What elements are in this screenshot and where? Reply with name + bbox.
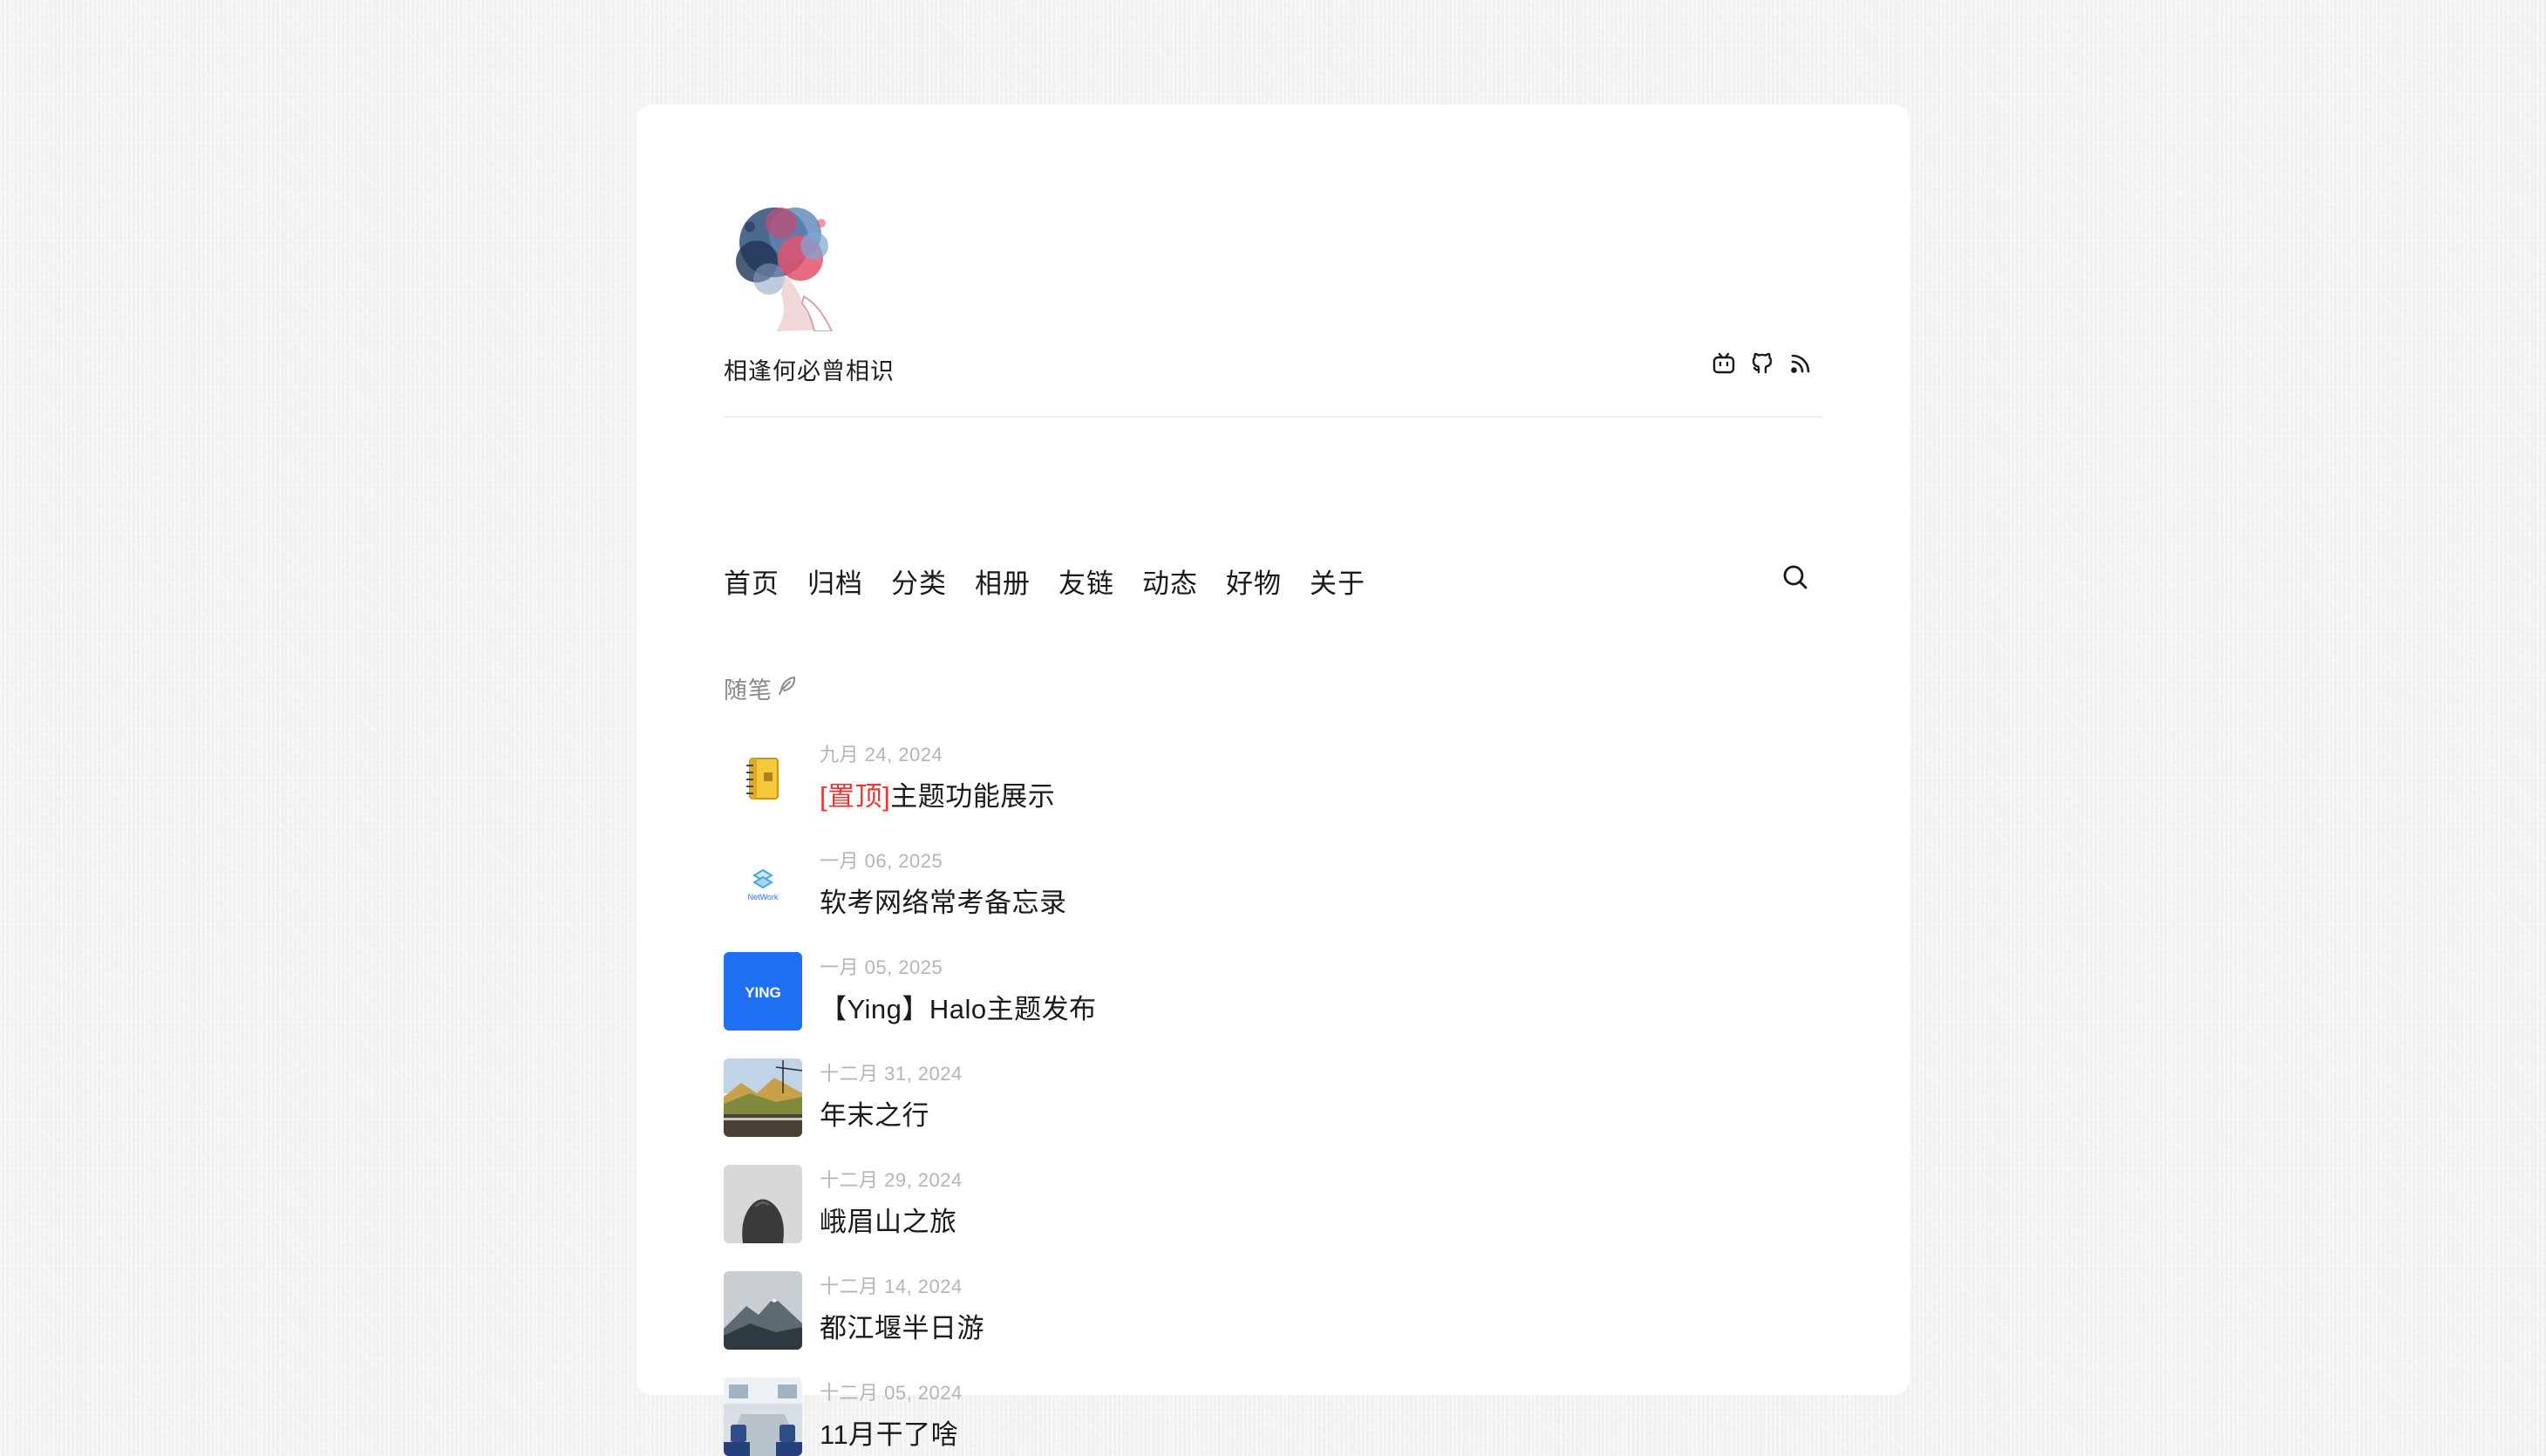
social-links	[1711, 350, 1814, 377]
github-icon[interactable]	[1749, 350, 1775, 377]
feather-icon	[776, 674, 799, 703]
ying-thumb-text: YING	[745, 984, 781, 1001]
ying-thumbnail: YING	[724, 952, 802, 1031]
post-date: 九月 24, 2024	[820, 744, 943, 765]
post-date: 十二月 31, 2024	[820, 1063, 963, 1085]
nav-item-photos[interactable]: 相册	[975, 561, 1031, 601]
post-date: 十二月 05, 2024	[820, 1382, 963, 1404]
site-title: 相逢何必曾相识	[724, 358, 895, 384]
avatar[interactable]	[724, 192, 863, 331]
rss-icon[interactable]	[1787, 350, 1814, 377]
post-title[interactable]: 11月干了啥	[820, 1412, 958, 1452]
post-item[interactable]: 十二月 05, 2024 11月干了啥	[724, 1376, 1770, 1456]
post-item[interactable]: NetWork 一月 06, 2025 软考网络常考备忘录	[724, 844, 1770, 924]
post-item[interactable]: 十二月 31, 2024 年末之行	[724, 1057, 1770, 1137]
post-title[interactable]: 峨眉山之旅	[820, 1200, 957, 1239]
network-thumbnail: NetWork	[724, 846, 802, 924]
post-item[interactable]: 十二月 14, 2024 都江堰半日游	[724, 1269, 1770, 1350]
header-divider	[724, 416, 1822, 418]
post-date: 十二月 29, 2024	[820, 1169, 963, 1191]
nav-item-home[interactable]: 首页	[724, 561, 779, 601]
nav-item-goods[interactable]: 好物	[1226, 561, 1282, 601]
notebook-thumbnail	[724, 739, 802, 818]
post-date: 一月 06, 2025	[820, 850, 943, 872]
landscape-thumbnail	[724, 1058, 802, 1137]
mountain-thumbnail	[724, 1271, 802, 1350]
pinned-badge: [置顶]	[820, 781, 891, 812]
post-title[interactable]: 都江堰半日游	[820, 1306, 984, 1345]
main-nav: 首页 归档 分类 相册 友链 动态 好物 关于	[724, 561, 1365, 601]
nav-item-moments[interactable]: 动态	[1142, 561, 1198, 601]
post-title[interactable]: 年末之行	[820, 1093, 929, 1133]
post-title[interactable]: 【Ying】Halo主题发布	[820, 987, 1097, 1026]
post-title[interactable]: [置顶]主题功能展示	[820, 774, 1055, 813]
rock-thumbnail	[724, 1165, 802, 1243]
post-item[interactable]: YING 一月 05, 2025 【Ying】Halo主题发布	[724, 950, 1770, 1031]
section-label: 随笔	[724, 671, 799, 705]
post-date: 一月 05, 2025	[820, 956, 943, 978]
nav-item-categories[interactable]: 分类	[891, 561, 947, 601]
search-icon[interactable]	[1780, 562, 1810, 592]
network-thumb-text: NetWork	[748, 893, 779, 901]
post-title[interactable]: 软考网络常考备忘录	[820, 881, 1067, 920]
post-date: 十二月 14, 2024	[820, 1276, 963, 1297]
main-card: 相逢何必曾相识 首页 归档 分类 相册 友链 动态 好物 关于 随笔 九月 24…	[636, 105, 1910, 1456]
post-item[interactable]: 十二月 29, 2024 峨眉山之旅	[724, 1163, 1770, 1243]
nav-item-links[interactable]: 友链	[1059, 561, 1114, 601]
train-interior-thumbnail	[724, 1378, 802, 1456]
post-item[interactable]: 九月 24, 2024 [置顶]主题功能展示	[724, 738, 1770, 818]
section-label-text: 随笔	[724, 677, 773, 704]
bilibili-icon[interactable]	[1711, 350, 1737, 377]
post-title-text: 主题功能展示	[890, 781, 1056, 812]
nav-item-archives[interactable]: 归档	[807, 561, 863, 601]
nav-item-about[interactable]: 关于	[1310, 561, 1365, 601]
